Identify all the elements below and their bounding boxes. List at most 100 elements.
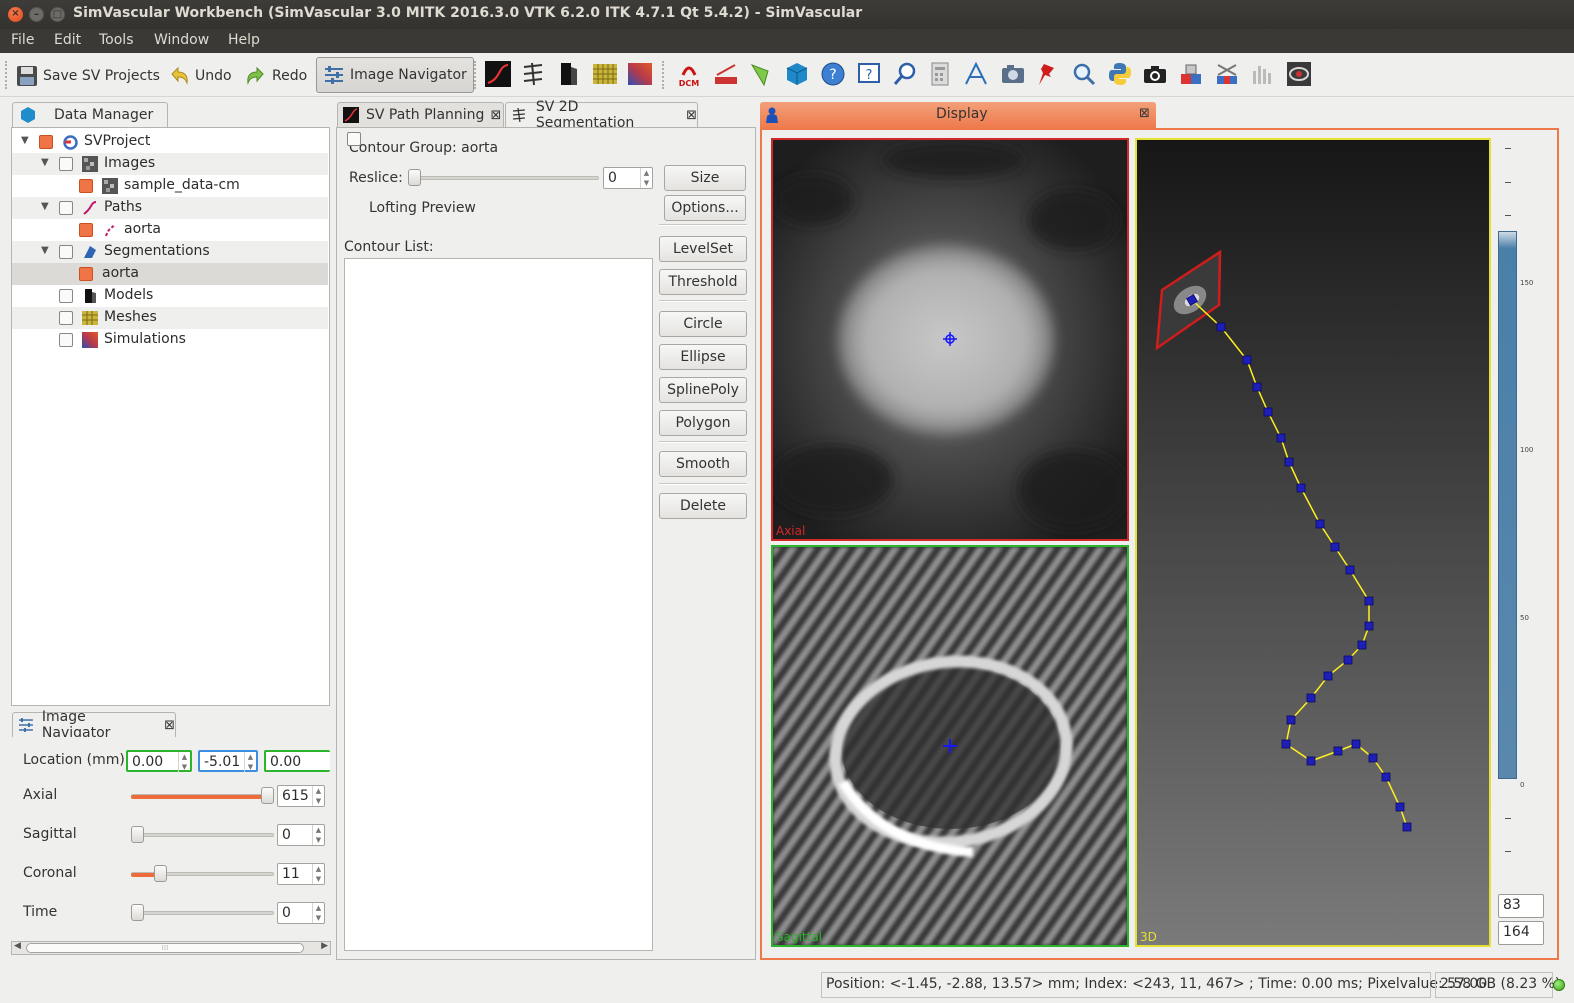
tree-item-aorta-path[interactable]: aorta (12, 219, 328, 241)
screenshot-camera-icon[interactable] (1000, 61, 1026, 87)
axial-slider-handle[interactable] (261, 787, 274, 804)
measure-icon[interactable] (713, 61, 739, 87)
time-slider-track[interactable] (131, 911, 274, 915)
location-x-input[interactable]: 0.00 ▲ ▼ (126, 750, 192, 772)
scroll-right-arrow-icon[interactable]: ▶ (321, 941, 328, 951)
horizontal-scrollbar[interactable]: ◀ ⁞⁞⁞ ▶ (11, 941, 331, 955)
colorbar[interactable] (1498, 231, 1517, 779)
menu-tools[interactable]: Tools (99, 32, 134, 48)
visibility-checkbox[interactable] (79, 223, 93, 237)
reslice-slider-track[interactable] (411, 176, 599, 180)
spin-arrows-icon[interactable]: ▲ ▼ (640, 168, 652, 188)
measurement-angle-icon[interactable] (963, 61, 989, 87)
close-image-navigator-button[interactable]: ⊠ (164, 718, 175, 733)
tree-item-svproject[interactable]: ▼ SVProject (12, 131, 328, 153)
spin-arrows-icon[interactable]: ▲ ▼ (312, 786, 324, 806)
histogram-icon[interactable] (1250, 61, 1276, 87)
sagittal-view[interactable]: Sagittal (771, 545, 1129, 947)
scrollbar-thumb[interactable]: ⁞⁞⁞ (26, 943, 304, 953)
threshold-button[interactable]: Threshold (659, 269, 747, 295)
visibility-checkbox[interactable] (39, 135, 53, 149)
tab-data-manager[interactable]: Data Manager (12, 102, 168, 127)
visibility-checkbox[interactable] (79, 267, 93, 281)
sagittal-slider-track[interactable] (131, 833, 274, 837)
point-set-pin-icon[interactable] (1035, 61, 1061, 87)
levelset-button[interactable]: LevelSet (659, 236, 747, 262)
polygon-button[interactable]: Polygon (659, 410, 747, 436)
reslice-spinbox[interactable]: 0 ▲ ▼ (603, 167, 653, 189)
context-help-icon[interactable]: ? (856, 61, 882, 87)
options-button[interactable]: Options... (664, 195, 746, 221)
model-icon[interactable] (555, 61, 581, 87)
sagittal-spinbox[interactable]: 0 ▲ ▼ (277, 824, 325, 846)
axial-view[interactable]: Axial (771, 138, 1129, 541)
location-z-input[interactable]: 0.00 (264, 750, 330, 772)
coronal-spinbox[interactable]: 11 ▲ ▼ (277, 863, 325, 885)
visibility-checkbox[interactable] (59, 157, 73, 171)
camera-icon[interactable] (1142, 61, 1168, 87)
minimize-window-button[interactable]: – (29, 7, 44, 22)
view-magnifier-icon[interactable] (1071, 61, 1097, 87)
menu-help[interactable]: Help (228, 32, 260, 48)
reslice-slider-handle[interactable] (408, 169, 421, 186)
tab-sv-2d-segmentation[interactable]: SV 2D Segmentation ⊠ (505, 99, 698, 131)
help-icon[interactable]: ? (820, 61, 846, 87)
level-input[interactable]: 83 (1498, 894, 1544, 918)
time-slider-handle[interactable] (131, 904, 144, 921)
lofting-preview-checkbox[interactable] (347, 132, 361, 146)
tree-item-paths[interactable]: ▼ Paths (12, 197, 328, 219)
circle-button[interactable]: Circle (659, 311, 747, 337)
contour-list[interactable] (344, 258, 653, 951)
close-path-planning-button[interactable]: ⊠ (490, 108, 501, 123)
image-navigator-toolbar-button[interactable]: Image Navigator (316, 57, 474, 93)
menu-window[interactable]: Window (154, 32, 209, 48)
tree-item-segmentations[interactable]: ▼ Segmentations (12, 241, 328, 263)
spin-arrows-icon[interactable]: ▲ ▼ (244, 752, 256, 772)
visibility-checkbox[interactable] (59, 333, 73, 347)
close-window-button[interactable]: × (8, 7, 23, 22)
python-console-icon[interactable] (1107, 61, 1133, 87)
save-projects-button[interactable]: Save SV Projects (16, 61, 160, 91)
segmentation-icon[interactable] (520, 61, 546, 87)
menu-file[interactable]: File (11, 32, 34, 48)
tab-sv-path-planning[interactable]: SV Path Planning ⊠ (337, 102, 504, 127)
visibility-checkbox[interactable] (59, 311, 73, 325)
simulation-icon[interactable] (627, 61, 653, 87)
coronal-slider-handle[interactable] (154, 865, 168, 882)
path-planning-icon[interactable] (485, 61, 511, 87)
location-y-input[interactable]: -5.01 ▲ ▼ (198, 750, 258, 772)
spin-arrows-icon[interactable]: ▲ ▼ (178, 752, 190, 772)
zoom-search-icon[interactable] (892, 61, 918, 87)
visibility-checkbox[interactable] (59, 245, 73, 259)
redo-button[interactable]: Redo (245, 61, 307, 91)
splinepoly-button[interactable]: SplinePoly (659, 377, 747, 403)
maximize-window-button[interactable]: □ (50, 7, 65, 22)
time-spinbox[interactable]: 0 ▲ ▼ (277, 902, 325, 924)
expand-arrow-icon[interactable]: ▼ (21, 135, 29, 146)
image-crop-tool-icon[interactable] (1214, 61, 1240, 87)
visibility-checkbox[interactable] (79, 179, 93, 193)
dicom-import-button[interactable]: DCM (676, 61, 702, 88)
window-input[interactable]: 164 (1498, 921, 1544, 945)
visibility-checkbox[interactable] (59, 201, 73, 215)
view-eye-icon[interactable] (1286, 61, 1312, 87)
size-button[interactable]: Size (664, 165, 746, 191)
visibility-checkbox[interactable] (59, 289, 73, 303)
mesh-icon[interactable] (592, 61, 618, 87)
menu-edit[interactable]: Edit (54, 32, 81, 48)
close-segmentation-button[interactable]: ⊠ (686, 108, 697, 123)
segment-leaf-icon[interactable] (748, 61, 774, 87)
registration-tool-icon[interactable] (1178, 61, 1204, 87)
undo-button[interactable]: Undo (168, 61, 232, 91)
axial-spinbox[interactable]: 615 ▲ ▼ (277, 785, 325, 807)
spin-arrows-icon[interactable]: ▲ ▼ (312, 903, 324, 923)
tree-item-images[interactable]: ▼ Images (12, 153, 328, 175)
tree-item-sample-data[interactable]: sample_data-cm (12, 175, 328, 197)
tree-item-models[interactable]: Models (12, 285, 328, 307)
expand-arrow-icon[interactable]: ▼ (41, 157, 49, 168)
sagittal-slider-handle[interactable] (131, 826, 144, 843)
scroll-left-arrow-icon[interactable]: ◀ (14, 941, 21, 951)
tree-item-meshes[interactable]: Meshes (12, 307, 328, 329)
display-tab[interactable]: Display ⊠ (760, 102, 1156, 128)
tree-item-simulations[interactable]: Simulations (12, 329, 328, 351)
